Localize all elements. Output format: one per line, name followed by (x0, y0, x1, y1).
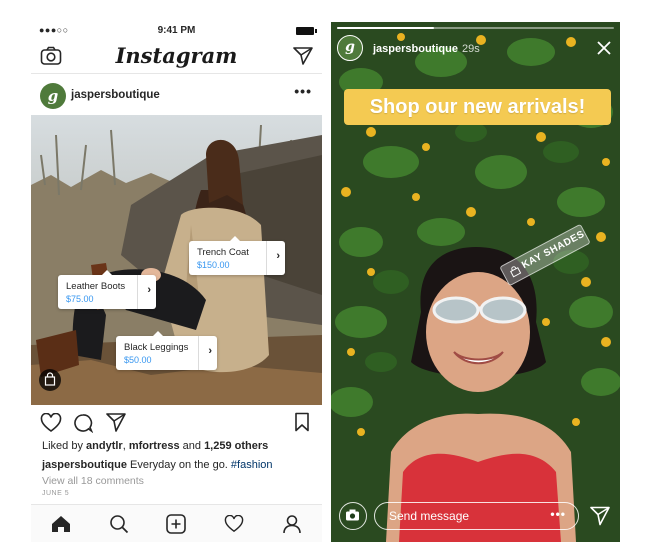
caption-username[interactable]: jaspersboutique (42, 459, 127, 471)
product-tag-name: Trench Coat (197, 247, 249, 258)
tag-pointer (230, 236, 240, 241)
instagram-logo: Instagram (115, 43, 238, 68)
product-tag-price: $150.00 (197, 260, 230, 270)
paper-plane-icon[interactable] (293, 47, 313, 65)
shopping-bag-icon[interactable] (39, 369, 61, 391)
likes-line[interactable]: Liked by andytlr, mfortress and 1,259 ot… (42, 440, 268, 452)
close-icon[interactable] (596, 40, 612, 56)
bottom-nav (31, 504, 322, 542)
post-header: g jaspersboutique ••• (31, 79, 322, 115)
paper-plane-icon[interactable] (590, 506, 610, 526)
tag-divider (137, 275, 138, 309)
post-date: JUNE 5 (42, 490, 70, 497)
liker-2[interactable]: mfortress (129, 440, 180, 452)
avatar[interactable]: g (40, 83, 66, 109)
send-message-placeholder: Send message (389, 509, 470, 523)
send-message-input[interactable]: Send message ••• (374, 502, 579, 530)
chevron-right-icon: › (276, 250, 280, 262)
battery-icon (296, 27, 317, 35)
product-tag-trench-coat[interactable]: Trench Coat $150.00 › (189, 236, 285, 275)
search-icon[interactable] (109, 514, 129, 534)
tag-pointer (102, 270, 112, 275)
story-screen[interactable]: g jaspersboutique 29s Shop our new arriv… (331, 22, 620, 542)
story-username[interactable]: jaspersboutique (373, 43, 458, 55)
shopping-bag-icon (510, 266, 522, 278)
more-options-icon[interactable]: ••• (294, 83, 312, 99)
product-tag-black-leggings[interactable]: Black Leggings $50.00 › (116, 331, 217, 370)
likes-mid: and (179, 440, 205, 452)
story-avatar[interactable]: g (337, 35, 363, 61)
more-options-icon[interactable]: ••• (550, 507, 566, 521)
post-username[interactable]: jaspersboutique (71, 89, 160, 101)
product-tag-price: $75.00 (66, 294, 94, 304)
post-actions (31, 406, 322, 440)
chevron-right-icon: › (208, 345, 212, 357)
shopping-bag-glyph (44, 372, 56, 386)
liker-1[interactable]: andytlr (86, 440, 123, 452)
tag-divider (266, 241, 267, 275)
story-progress-bar (337, 27, 614, 29)
view-comments-link[interactable]: View all 18 comments (42, 475, 144, 487)
status-bar: ●●●○○ 9:41 PM (31, 22, 322, 40)
likes-count[interactable]: 1,259 others (204, 440, 268, 452)
app-header: Instagram (31, 40, 322, 74)
product-tag-price: $50.00 (124, 355, 152, 365)
product-tag-name: Leather Boots (66, 281, 126, 292)
camera-icon[interactable] (339, 502, 367, 530)
camera-glyph (346, 509, 359, 521)
add-post-icon[interactable] (166, 514, 186, 534)
likes-prefix: Liked by (42, 440, 87, 452)
post-photo[interactable]: Trench Coat $150.00 › Leather Boots $75.… (31, 115, 322, 405)
tag-pointer (153, 331, 163, 336)
story-footer: Send message ••• (331, 498, 620, 542)
tag-divider (198, 336, 199, 370)
heart-icon[interactable] (224, 515, 244, 533)
story-timestamp: 29s (462, 43, 480, 55)
caption-hashtag[interactable]: #fashion (231, 459, 273, 471)
story-banner-text: Shop our new arrivals! (369, 96, 586, 118)
feed-screen: ●●●○○ 9:41 PM Instagram g jaspersboutiqu… (31, 22, 322, 542)
caption-text: Everyday on the go. (126, 459, 231, 471)
heart-icon[interactable] (40, 413, 62, 433)
chevron-right-icon: › (147, 284, 151, 296)
story-progress-fill (337, 27, 434, 29)
status-time: 9:41 PM (157, 25, 196, 36)
story-text-banner: Shop our new arrivals! (344, 89, 611, 125)
post-caption: jaspersboutique Everyday on the go. #fas… (42, 459, 273, 471)
comment-icon[interactable] (73, 413, 93, 433)
product-tag-leather-boots[interactable]: Leather Boots $75.00 › (58, 270, 156, 309)
product-tag-name: Black Leggings (124, 342, 189, 353)
share-icon[interactable] (106, 413, 126, 432)
bookmark-icon[interactable] (294, 412, 310, 432)
home-icon[interactable] (51, 515, 71, 533)
profile-icon[interactable] (282, 514, 302, 534)
